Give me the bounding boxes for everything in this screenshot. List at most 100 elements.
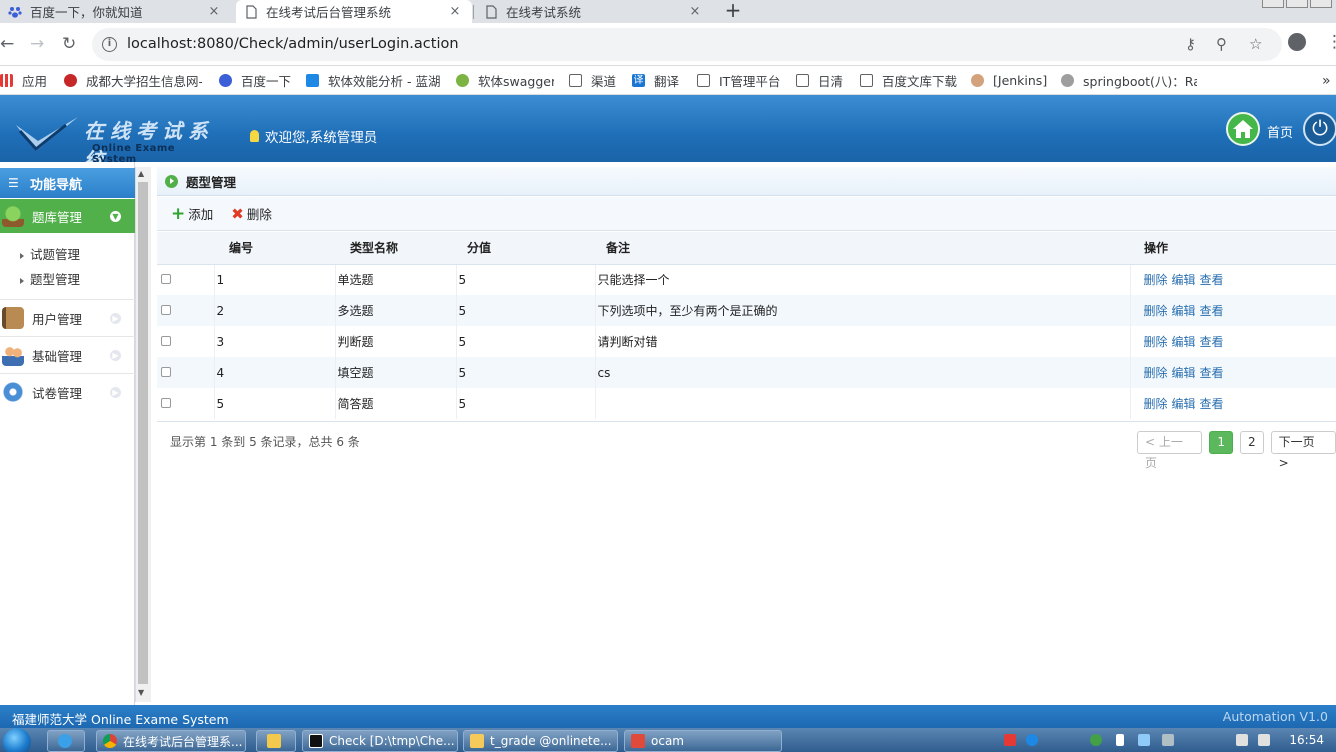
col-header-name[interactable]: 类型名称 <box>335 232 456 265</box>
bookmark-lanhu[interactable]: 软体效能分析 - 蓝湖 <box>306 66 440 95</box>
chevron-down-icon[interactable]: ▼ <box>110 210 121 222</box>
bookmark-wenku[interactable]: 百度文库下载 <box>860 66 960 95</box>
home-icon[interactable] <box>1226 112 1260 146</box>
next-page-button[interactable]: 下一页 > <box>1270 431 1336 470</box>
taskbar-ocam[interactable]: ocam <box>624 730 782 752</box>
row-select[interactable] <box>157 357 215 388</box>
taskbar-chrome[interactable]: 在线考试后台管理系... <box>96 730 246 752</box>
sidebar-item-papers[interactable]: 试卷管理 ▶ <box>0 373 135 410</box>
row-checkbox[interactable] <box>161 366 171 377</box>
chevron-right-icon[interactable]: ▶ <box>110 386 121 398</box>
profile-avatar-icon[interactable] <box>1288 33 1306 51</box>
row-view-link[interactable]: 查看 <box>1200 335 1224 349</box>
bookmark-qudao[interactable]: 渠道 <box>569 66 619 95</box>
start-button[interactable] <box>0 728 40 752</box>
taskbar-navicat[interactable]: t_grade @onlinete... <box>463 730 618 752</box>
row-edit-link[interactable]: 编辑 <box>1172 335 1196 349</box>
reload-icon[interactable]: ↻ <box>62 34 76 54</box>
sidebar-item-users[interactable]: 用户管理 ▶ <box>0 299 135 336</box>
row-checkbox[interactable] <box>161 335 171 346</box>
chevron-right-icon[interactable]: ▶ <box>110 312 121 324</box>
star-icon[interactable]: ☆ <box>1249 35 1262 53</box>
table-row[interactable]: 3 判断题 5 请判断对错 删除 编辑 查看 <box>157 326 1336 357</box>
row-edit-link[interactable]: 编辑 <box>1172 397 1196 411</box>
row-view-link[interactable]: 查看 <box>1200 366 1224 380</box>
help-icon[interactable] <box>1026 734 1038 746</box>
row-view-link[interactable]: 查看 <box>1200 273 1224 287</box>
home-link[interactable]: 首页 <box>1267 122 1293 141</box>
taskbar-explorer[interactable] <box>256 730 296 752</box>
table-row[interactable]: 1 单选题 5 只能选择一个 删除 编辑 查看 <box>157 264 1336 295</box>
row-select[interactable] <box>157 264 215 295</box>
sidebar-item-basic[interactable]: 基础管理 ▶ <box>0 336 135 373</box>
url-text[interactable]: localhost:8080/Check/admin/userLogin.act… <box>127 28 459 61</box>
row-delete-link[interactable]: 删除 <box>1144 304 1168 318</box>
col-header-score[interactable]: 分值 <box>456 232 595 265</box>
row-delete-link[interactable]: 删除 <box>1144 366 1168 380</box>
scroll-up-icon[interactable]: ▲ <box>138 169 144 178</box>
close-icon[interactable]: × <box>448 4 462 19</box>
info-icon[interactable]: i <box>102 37 117 52</box>
bookmark-baidu[interactable]: 百度一下 <box>219 66 295 95</box>
minimize-button[interactable] <box>1262 0 1284 8</box>
signal-icon[interactable] <box>1236 734 1248 746</box>
col-header-id[interactable]: 编号 <box>214 232 335 265</box>
wechat-icon[interactable] <box>1090 734 1102 746</box>
browser-tab-admin[interactable]: 在线考试后台管理系统 × <box>236 0 472 23</box>
add-button[interactable]: + 添加 <box>171 204 213 223</box>
close-icon[interactable]: × <box>207 4 221 19</box>
browser-tab-baidu[interactable]: 百度一下，你就知道 × <box>0 0 231 23</box>
volume-icon[interactable] <box>1258 734 1270 746</box>
row-delete-link[interactable]: 删除 <box>1144 397 1168 411</box>
sogou-icon[interactable] <box>1004 734 1016 746</box>
row-checkbox[interactable] <box>161 273 171 284</box>
bluetooth-icon[interactable] <box>1116 734 1124 746</box>
col-header-remark[interactable]: 备注 <box>595 232 1130 265</box>
row-checkbox[interactable] <box>161 304 171 315</box>
bookmark-riqing[interactable]: 日清 <box>796 66 846 95</box>
scroll-down-icon[interactable]: ▼ <box>138 688 144 697</box>
bookmarks-more-icon[interactable]: » <box>1322 66 1336 95</box>
row-edit-link[interactable]: 编辑 <box>1172 304 1196 318</box>
address-bar[interactable]: i localhost:8080/Check/admin/userLogin.a… <box>92 28 1282 61</box>
close-window-button[interactable] <box>1310 0 1332 8</box>
table-row[interactable]: 5 简答题 5 删除 编辑 查看 <box>157 388 1336 419</box>
taskbar-intellij[interactable]: Check [D:\tmp\Che... <box>302 730 458 752</box>
network-icon[interactable] <box>1162 734 1174 746</box>
bookmark-springboot[interactable]: springboot(八)：Ra <box>1061 66 1197 95</box>
key-icon[interactable]: ⚷ <box>1185 35 1196 53</box>
bookmark-cdu[interactable]: 成都大学招生信息网- <box>64 66 202 95</box>
row-edit-link[interactable]: 编辑 <box>1172 273 1196 287</box>
menu-kebab-icon[interactable]: ⋮ <box>1326 32 1336 52</box>
scrollbar-thumb[interactable] <box>138 182 148 684</box>
new-tab-button[interactable]: + <box>722 0 744 23</box>
page-2-button[interactable]: 2 <box>1240 431 1264 454</box>
taskbar-clock[interactable]: 16:54 <box>1289 733 1324 747</box>
prev-page-button[interactable]: < 上一页 <box>1137 431 1203 470</box>
bookmark-it[interactable]: IT管理平台 <box>697 66 781 95</box>
row-edit-link[interactable]: 编辑 <box>1172 366 1196 380</box>
delete-button[interactable]: ✖ 删除 <box>231 204 272 223</box>
taskbar-ie[interactable] <box>47 730 85 752</box>
zoom-icon[interactable]: ⚲ <box>1216 35 1227 53</box>
maximize-button[interactable] <box>1286 0 1308 8</box>
browser-tab-exam[interactable]: 在线考试系统 × <box>476 0 712 23</box>
row-view-link[interactable]: 查看 <box>1200 397 1224 411</box>
row-delete-link[interactable]: 删除 <box>1144 335 1168 349</box>
bookmark-jenkins[interactable]: [Jenkins] <box>971 66 1047 95</box>
row-checkbox[interactable] <box>161 397 171 408</box>
bookmark-apps[interactable]: 应用 <box>0 66 60 95</box>
row-select[interactable] <box>157 388 215 419</box>
row-select[interactable] <box>157 295 215 326</box>
table-row[interactable]: 4 填空题 5 cs 删除 编辑 查看 <box>157 357 1336 388</box>
security-shield-icon[interactable] <box>1138 734 1150 746</box>
close-icon[interactable]: × <box>688 4 702 19</box>
chevron-right-icon[interactable]: ▶ <box>110 349 121 361</box>
back-arrow-icon[interactable]: ← <box>0 34 14 54</box>
table-row[interactable]: 2 多选题 5 下列选项中，至少有两个是正确的 删除 编辑 查看 <box>157 295 1336 326</box>
row-delete-link[interactable]: 删除 <box>1144 273 1168 287</box>
bookmark-translate[interactable]: 译翻译 <box>632 66 684 95</box>
power-icon[interactable]: ⏻ <box>1303 112 1336 146</box>
row-view-link[interactable]: 查看 <box>1200 304 1224 318</box>
sidebar-subitem-question-types[interactable]: 题型管理 <box>20 269 80 288</box>
